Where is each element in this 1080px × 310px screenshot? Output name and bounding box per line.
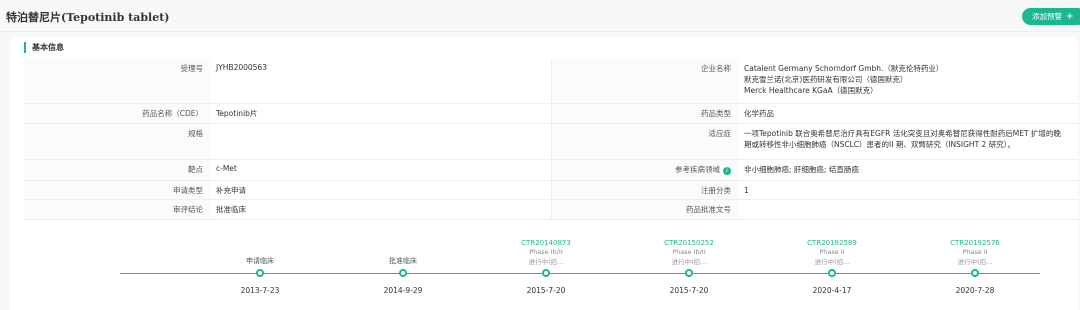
spec-value (210, 124, 552, 159)
application-type-value: 补充申请 (210, 181, 552, 199)
drug-type-value: 化学药品 (744, 109, 774, 118)
timeline-date: 2015-7-20 (669, 286, 709, 295)
trial-status: 进行中(招... (814, 258, 850, 266)
company-line: Merck Healthcare KGaA（德国默克） (744, 86, 878, 95)
timeline-event: 申请临床 (246, 257, 274, 265)
section-title: 基本信息 (24, 42, 64, 53)
trial-phase: Phase Ib/II (672, 248, 706, 256)
page-title: 特泊替尼片(Tepotinib tablet) (6, 11, 170, 24)
timeline-dot (971, 269, 979, 277)
timeline-dot (256, 269, 264, 277)
drug-name-value: Tepotinib片 (210, 104, 552, 123)
indication-label: 适应症 (552, 124, 738, 159)
trial-status: 进行中(招... (528, 258, 564, 266)
trial-link[interactable]: CTR20150252 (639, 239, 739, 247)
table-row: 药品名称（CDE） Tepotinib片 药品类型 化学药品 (24, 104, 1078, 124)
trial-phase: Phase Ib/II (529, 248, 563, 256)
drug-name-label: 药品名称（CDE） (24, 104, 210, 123)
approval-no-value (738, 200, 1078, 219)
timeline-date: 2013-7-23 (240, 286, 280, 295)
page: 特泊替尼片(Tepotinib tablet) 添加预警 + 基本信息 受理号 J… (0, 0, 1080, 310)
info-circle-icon[interactable]: i (723, 167, 731, 175)
timeline-dot (828, 269, 836, 277)
drug-type-label: 药品类型 (552, 104, 738, 123)
add-alert-button[interactable]: 添加预警 + (1022, 8, 1080, 25)
timeline-event: 批准临床 (389, 257, 417, 265)
table-row: 受理号 JYHB2000563 企业名称 Catalent Germany Sc… (24, 59, 1078, 104)
trial-link[interactable]: CTR20192589 (782, 239, 882, 247)
timeline-date: 2015-7-20 (526, 286, 566, 295)
company-label: 企业名称 (552, 59, 738, 103)
acceptance-no-value: JYHB2000563 (210, 59, 552, 103)
timeline-date: 2020-4-17 (812, 286, 852, 295)
add-alert-label: 添加预警 (1032, 12, 1062, 21)
trial-link[interactable]: CTR20192576 (925, 239, 1025, 247)
page-header: 特泊替尼片(Tepotinib tablet) 添加预警 + (0, 0, 1080, 32)
basic-info-card: 基本信息 受理号 JYHB2000563 企业名称 Catalent Germa… (10, 37, 1078, 310)
table-row: 审评结论 批准临床 药品批准文号 (24, 200, 1078, 220)
table-row: 申请类型 补充申请 注册分类 1 (24, 181, 1078, 200)
disease-area-label-text: 参考疾病领域 (675, 165, 720, 174)
application-type-label: 申请类型 (24, 181, 210, 199)
indication-line: 期或转移性非小细胞肺癌（NSCLC）患者的II 期、双臂研究（INSIGHT 2… (744, 140, 1015, 149)
trial-status: 进行中(招... (957, 258, 993, 266)
company-line: Catalent Germany Schorndorf Gmbh.（默克伦特药业… (744, 64, 944, 73)
company-value: Catalent Germany Schorndorf Gmbh.（默克伦特药业… (738, 59, 1078, 103)
table-row: 规格 适应症 一项Tepotinib 联合奥希替尼治疗具有EGFR 活化突变且对… (24, 124, 1078, 160)
review-conclusion-label: 审评结论 (24, 200, 210, 219)
trial-phase: Phase II (819, 248, 845, 256)
indication-value: 一项Tepotinib 联合奥希替尼治疗具有EGFR 活化突变且对奥希替尼获得性… (738, 124, 1078, 159)
company-line: 默克雪兰诺(北京)医药研发有限公司（德国默克） (744, 75, 908, 84)
trial-link[interactable]: CTR20140873 (496, 239, 596, 247)
trial-phase: Phase II (962, 248, 988, 256)
spec-label: 规格 (24, 124, 210, 159)
target-label: 靶点 (24, 160, 210, 180)
trial-status: 进行中(招... (671, 258, 707, 266)
disease-area-label: 参考疾病领域 i (552, 160, 738, 180)
target-link[interactable]: c-Met (210, 160, 552, 180)
disease-area-links[interactable]: 非小细胞肺癌; 肝细胞癌; 结直肠癌 (738, 160, 1078, 180)
registration-class-value: 1 (744, 186, 749, 195)
timeline-dot (542, 269, 550, 277)
acceptance-no-label: 受理号 (24, 59, 210, 103)
approval-no-label: 药品批准文号 (552, 200, 738, 219)
timeline: 申请临床 2013-7-23 批准临床 2014-9-29 CTR2014087… (10, 233, 1078, 309)
indication-line: 一项Tepotinib 联合奥希替尼治疗具有EGFR 活化突变且对奥希替尼获得性… (744, 129, 1061, 138)
timeline-date: 2014-9-29 (383, 286, 423, 295)
timeline-dot (685, 269, 693, 277)
plus-icon: + (1066, 12, 1074, 22)
table-row: 靶点 c-Met 参考疾病领域 i 非小细胞肺癌; 肝细胞癌; 结直肠癌 (24, 160, 1078, 181)
timeline-date: 2020-7-28 (955, 286, 995, 295)
timeline-dot (399, 269, 407, 277)
review-conclusion-value: 批准临床 (210, 200, 552, 219)
registration-class-label: 注册分类 (552, 181, 738, 199)
